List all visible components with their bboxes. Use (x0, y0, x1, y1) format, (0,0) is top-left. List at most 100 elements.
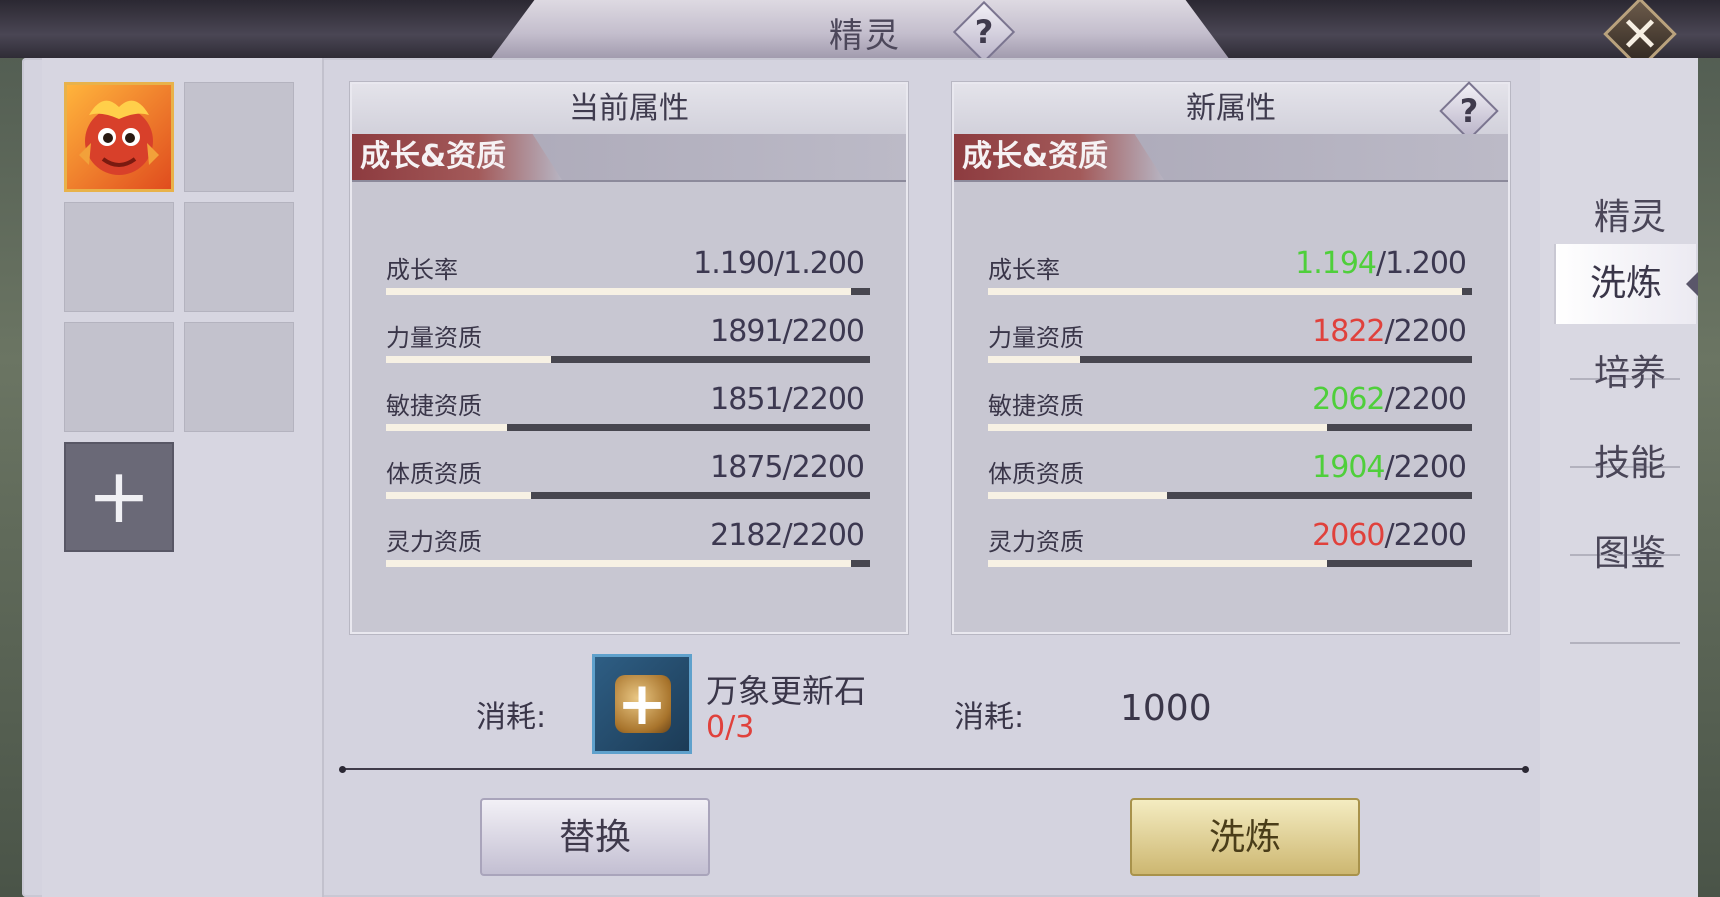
stat-label: 灵力资质 (988, 528, 1084, 556)
stat-current: 2062 (1312, 382, 1385, 417)
stat-max: 2200 (791, 314, 865, 349)
stat-label: 体质资质 (386, 460, 482, 488)
item-cost-label: 消耗: (476, 700, 547, 735)
stat-bar-fill (988, 288, 1463, 295)
stone-item-slot[interactable]: + (592, 654, 692, 754)
stat-bar-fill (386, 288, 851, 295)
current-attributes-panel: 当前属性 成长&资质 成长率 1.190/1.200 力量资质 1891/2200 敏捷… (350, 82, 908, 634)
stat-current: 2182 (710, 518, 783, 553)
stat-max: 2200 (791, 450, 865, 485)
stat-bar-fill (386, 356, 551, 363)
stat-separator: / (1384, 518, 1395, 553)
stat-label: 敏捷资质 (988, 392, 1084, 420)
stat-bar (386, 288, 870, 295)
section-strip: 成长&资质 (352, 134, 906, 182)
stat-row: 体质资质 1875/2200 (386, 444, 874, 504)
stat-label: 敏捷资质 (386, 392, 482, 420)
pet-avatar (79, 100, 159, 175)
stat-value: 1904/2200 (1312, 450, 1467, 485)
nav-tab-wash[interactable]: 洗炼 (1554, 244, 1698, 324)
pet-slot-empty[interactable] (184, 322, 294, 432)
stat-current: 2060 (1312, 518, 1385, 553)
stat-current: 1875 (710, 450, 783, 485)
stat-max: 2200 (1393, 314, 1467, 349)
stat-current: 1.194 (1295, 246, 1377, 281)
active-pointer-icon (1686, 272, 1698, 296)
stat-bar-fill (988, 424, 1327, 431)
stat-bar (988, 288, 1472, 295)
stat-row: 成长率 1.190/1.200 (386, 240, 874, 300)
help-icon: ? (952, 0, 1016, 64)
stat-row: 灵力资质 2060/2200 (988, 512, 1476, 572)
stat-separator: / (1376, 246, 1386, 281)
pet-slot-empty[interactable] (64, 202, 174, 312)
panel-title: 当前属性 (352, 84, 906, 134)
stat-bar (988, 560, 1472, 567)
window-title: 精灵 (829, 16, 901, 56)
stat-bar-fill (386, 424, 507, 431)
item-count: 0/3 (706, 710, 755, 745)
stat-label: 成长率 (386, 256, 458, 284)
stat-current: 1891 (710, 314, 783, 349)
replace-button[interactable]: 替换 (480, 798, 710, 876)
nav-tab-label: 洗炼 (1589, 263, 1662, 304)
stat-value: 1891/2200 (710, 314, 865, 349)
stat-row: 力量资质 1891/2200 (386, 308, 874, 368)
stat-value: 1.194/1.200 (1295, 246, 1467, 281)
stat-bar (988, 424, 1472, 431)
stat-bar (386, 492, 870, 499)
plus-icon: + (87, 451, 151, 540)
stat-bar (386, 424, 870, 431)
pet-slot-selected[interactable] (64, 82, 174, 192)
stat-row: 敏捷资质 2062/2200 (988, 376, 1476, 436)
section-label: 成长&资质 (360, 139, 507, 174)
stat-label: 灵力资质 (386, 528, 482, 556)
pet-slot-empty[interactable] (184, 82, 294, 192)
pet-slot-empty[interactable] (184, 202, 294, 312)
stat-bar (988, 356, 1472, 363)
wash-button[interactable]: 洗炼 (1130, 798, 1360, 876)
stat-max: 2200 (1393, 382, 1467, 417)
stat-label: 体质资质 (988, 460, 1084, 488)
stat-label: 力量资质 (988, 324, 1084, 352)
stat-max: 1.200 (1385, 246, 1467, 281)
gold-cost-amount: 1000 (1120, 688, 1212, 729)
stat-row: 力量资质 1822/2200 (988, 308, 1476, 368)
stat-bar-fill (988, 492, 1168, 499)
stat-separator: / (782, 314, 793, 349)
pet-slot-empty[interactable] (64, 322, 174, 432)
stat-separator: / (1384, 450, 1395, 485)
stat-row: 成长率 1.194/1.200 (988, 240, 1476, 300)
stat-bar-fill (386, 492, 532, 499)
stat-separator: / (1384, 382, 1395, 417)
stat-row: 灵力资质 2182/2200 (386, 512, 874, 572)
item-name: 万象更新石 (706, 672, 867, 710)
nav-tab-codex[interactable]: 图鉴 (1560, 514, 1700, 594)
stat-value: 1.190/1.200 (693, 246, 865, 281)
new-help-button[interactable]: ? (1439, 81, 1499, 141)
stat-max: 2200 (791, 382, 865, 417)
title-help-button[interactable]: ? (952, 0, 1016, 64)
stat-bar-fill (988, 356, 1080, 363)
stat-max: 2200 (791, 518, 865, 553)
stat-current: 1851 (710, 382, 783, 417)
stat-row: 体质资质 1904/2200 (988, 444, 1476, 504)
gold-cost-label: 消耗: (954, 700, 1025, 735)
stat-max: 2200 (1393, 450, 1467, 485)
stat-current: 1904 (1312, 450, 1385, 485)
stat-bar-fill (386, 560, 851, 567)
stat-separator: / (782, 382, 793, 417)
stat-label: 力量资质 (386, 324, 482, 352)
nav-tab-skills[interactable]: 技能 (1560, 424, 1700, 504)
section-label: 成长&资质 (962, 139, 1109, 174)
stat-row: 敏捷资质 1851/2200 (386, 376, 874, 436)
stat-label: 成长率 (988, 256, 1060, 284)
stat-bar (988, 492, 1472, 499)
stat-value: 1851/2200 (710, 382, 865, 417)
side-nav: 精灵 洗炼 培养 技能 图鉴 (1540, 58, 1698, 897)
panel-title: 新属性 (954, 84, 1508, 134)
stat-bar-fill (988, 560, 1327, 567)
stat-current: 1.190 (693, 246, 775, 281)
add-pet-button[interactable]: + (64, 442, 174, 552)
nav-tab-train[interactable]: 培养 (1560, 334, 1700, 414)
